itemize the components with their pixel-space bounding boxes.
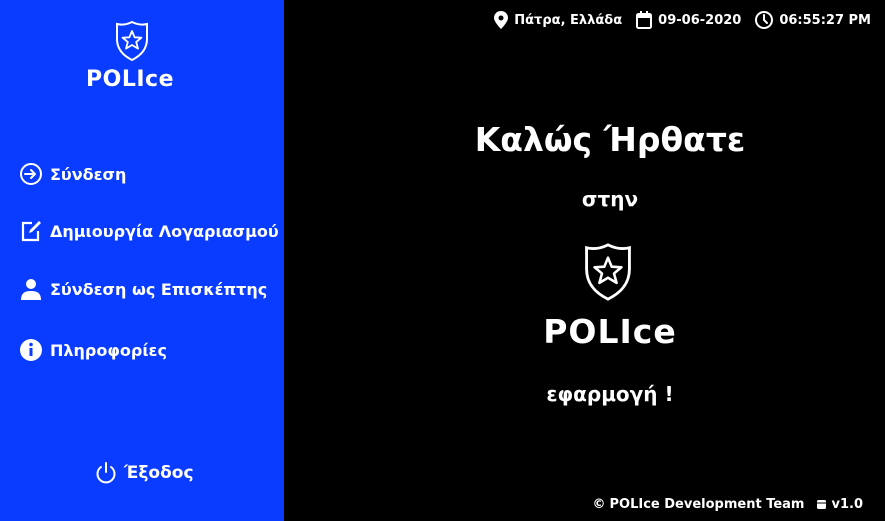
sidebar-item-label: Σύνδεση ως Επισκέπτης [50,279,268,299]
exit-button[interactable]: Έξοδος [94,459,194,487]
edit-note-icon [18,218,44,244]
welcome-app-name: POLIce [543,312,677,351]
sidebar-item-label: Πληροφορίες [50,340,167,360]
copyright-icon: © [592,497,606,512]
welcome-tagline: εφαρμογή ! [546,382,674,406]
team-text: POLIce Development Team [609,497,805,512]
copyright: © POLIce Development Team [593,497,805,512]
power-icon [94,461,118,485]
login-arrow-icon [18,161,44,187]
welcome-title: Καλώς Ήρθατε [474,120,746,159]
sidebar-item-login[interactable]: Σύνδεση [18,160,126,188]
footer: © POLIce Development Team v1.0 [593,497,864,512]
sidebar-item-info[interactable]: Πληροφορίες [18,336,167,364]
info-icon [18,337,44,363]
welcome-subtitle: στην [581,187,639,211]
exit-label: Έξοδος [124,463,194,483]
police-badge-icon [585,243,631,301]
sidebar: POLIce Σύνδεση Δημιουργία Λογαριασμού Σύ… [0,0,284,521]
version-info: v1.0 [816,497,863,512]
version-text: v1.0 [831,497,863,512]
brand-name: POLIce [86,67,174,92]
sidebar-item-label: Σύνδεση [50,164,127,184]
cube-icon [817,500,827,509]
welcome-panel: Καλώς Ήρθατε στην POLIce εφαρμογή ! [284,0,885,521]
police-badge-icon [116,20,148,62]
sidebar-item-create-account[interactable]: Δημιουργία Λογαριασμού [18,217,279,245]
person-icon [18,276,44,302]
sidebar-item-label: Δημιουργία Λογαριασμού [50,221,279,241]
sidebar-item-guest-login[interactable]: Σύνδεση ως Επισκέπτης [18,275,267,303]
